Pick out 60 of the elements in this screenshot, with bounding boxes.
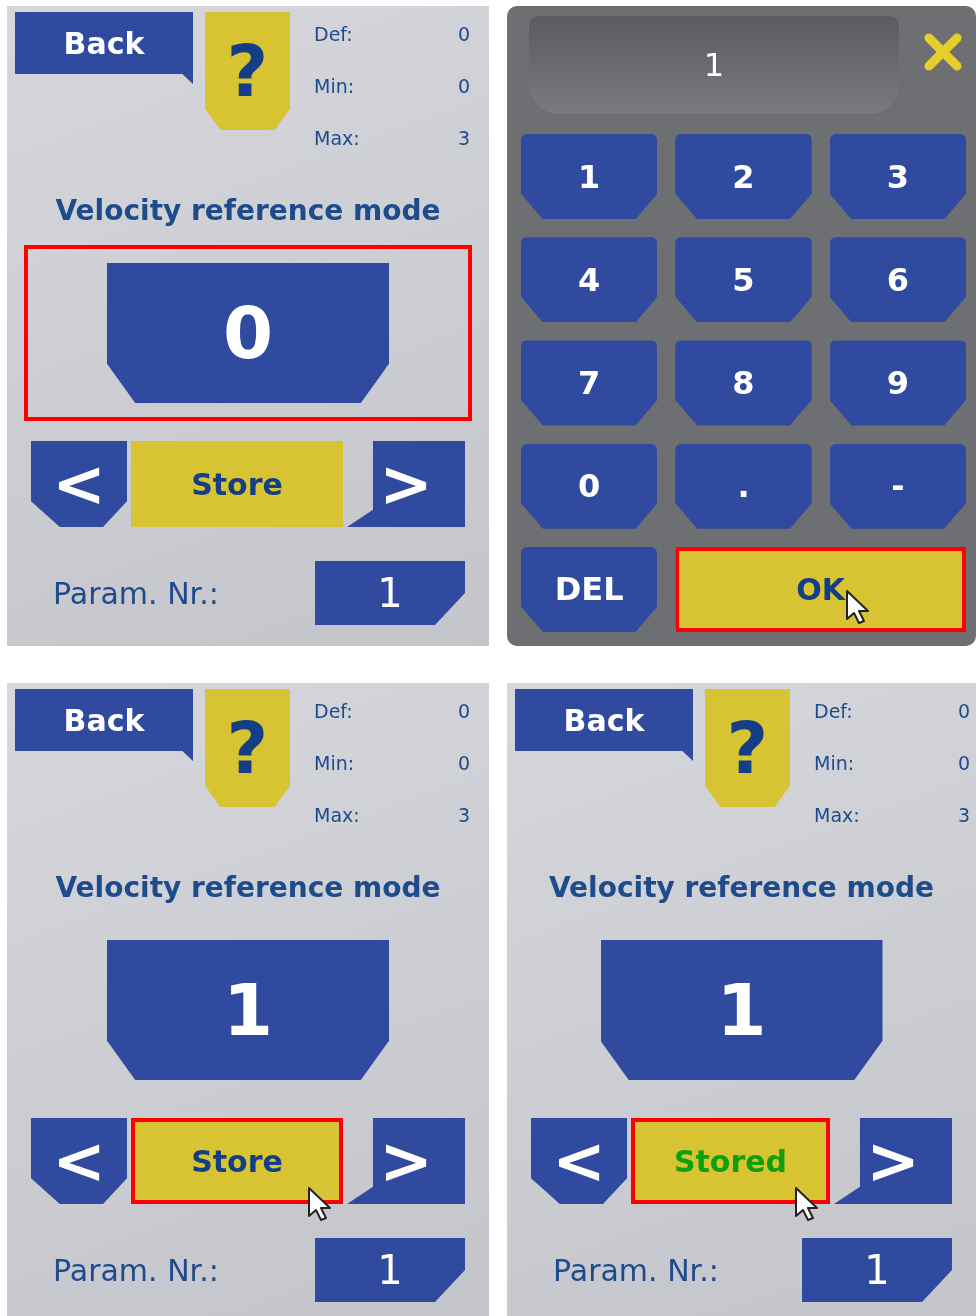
keypad-key[interactable]: 6 xyxy=(829,237,966,323)
limit-label: Def: xyxy=(314,699,354,723)
limit-value: 0 xyxy=(457,751,470,775)
keypad-key[interactable]: - xyxy=(829,443,966,529)
next-button[interactable]: > xyxy=(347,1118,465,1204)
store-button[interactable]: Store xyxy=(131,1118,343,1204)
previous-button[interactable]: < xyxy=(31,441,127,527)
help-button[interactable]: ? xyxy=(205,689,290,807)
back-button[interactable]: Back xyxy=(515,689,693,761)
next-button[interactable]: > xyxy=(347,441,465,527)
limit-value: 3 xyxy=(957,803,970,827)
keypad-key[interactable]: 1 xyxy=(521,134,658,220)
delete-key[interactable]: DEL xyxy=(521,546,658,632)
value-field[interactable]: 1 xyxy=(600,940,883,1080)
limit-label: Max: xyxy=(314,803,361,827)
keypad-key[interactable]: 7 xyxy=(521,340,658,426)
next-button[interactable]: > xyxy=(834,1118,952,1204)
param-number-label: Param. Nr.: xyxy=(53,575,219,611)
ok-button[interactable]: OK xyxy=(675,546,966,632)
limit-value: 3 xyxy=(457,803,470,827)
limit-label: Min: xyxy=(814,751,856,775)
keypad-key[interactable]: 8 xyxy=(675,340,812,426)
limit-value: 3 xyxy=(457,126,470,150)
close-icon[interactable] xyxy=(923,32,963,72)
limit-label: Max: xyxy=(314,126,361,150)
help-button[interactable]: ? xyxy=(205,12,290,130)
keypad-key[interactable]: . xyxy=(675,443,812,529)
limit-label: Min: xyxy=(314,74,356,98)
limit-value: 0 xyxy=(457,699,470,723)
limit-label: Def: xyxy=(814,699,854,723)
keypad-key[interactable]: 2 xyxy=(675,134,812,220)
param-number-label: Param. Nr.: xyxy=(53,1252,219,1288)
value-field[interactable]: 0 xyxy=(107,263,389,403)
keypad-key[interactable]: 9 xyxy=(829,340,966,426)
param-number-field[interactable]: 1 xyxy=(315,1238,465,1302)
parameter-title: Velocity reference mode xyxy=(54,871,442,904)
limit-label: Max: xyxy=(814,803,861,827)
keypad-key[interactable]: 3 xyxy=(829,134,966,220)
keypad-key[interactable]: 4 xyxy=(521,237,658,323)
back-button[interactable]: Back xyxy=(15,12,193,84)
param-number-label: Param. Nr.: xyxy=(553,1252,719,1288)
keypad-key[interactable]: 0 xyxy=(521,443,658,529)
keypad-key[interactable]: 5 xyxy=(675,237,812,323)
param-number-field[interactable]: 1 xyxy=(315,561,465,625)
limit-label: Def: xyxy=(314,22,354,46)
parameter-title: Velocity reference mode xyxy=(54,194,442,227)
parameter-title: Velocity reference mode xyxy=(548,871,935,904)
limit-value: 0 xyxy=(957,751,970,775)
limit-value: 0 xyxy=(457,22,470,46)
value-field[interactable]: 1 xyxy=(107,940,389,1080)
limit-value: 0 xyxy=(457,74,470,98)
previous-button[interactable]: < xyxy=(31,1118,127,1204)
store-button[interactable]: Store xyxy=(131,441,343,527)
help-button[interactable]: ? xyxy=(705,689,790,807)
limit-value: 0 xyxy=(957,699,970,723)
keypad-display: 1 xyxy=(529,16,899,114)
limit-label: Min: xyxy=(314,751,356,775)
param-number-field[interactable]: 1 xyxy=(802,1238,952,1302)
previous-button[interactable]: < xyxy=(531,1118,627,1204)
back-button[interactable]: Back xyxy=(15,689,193,761)
